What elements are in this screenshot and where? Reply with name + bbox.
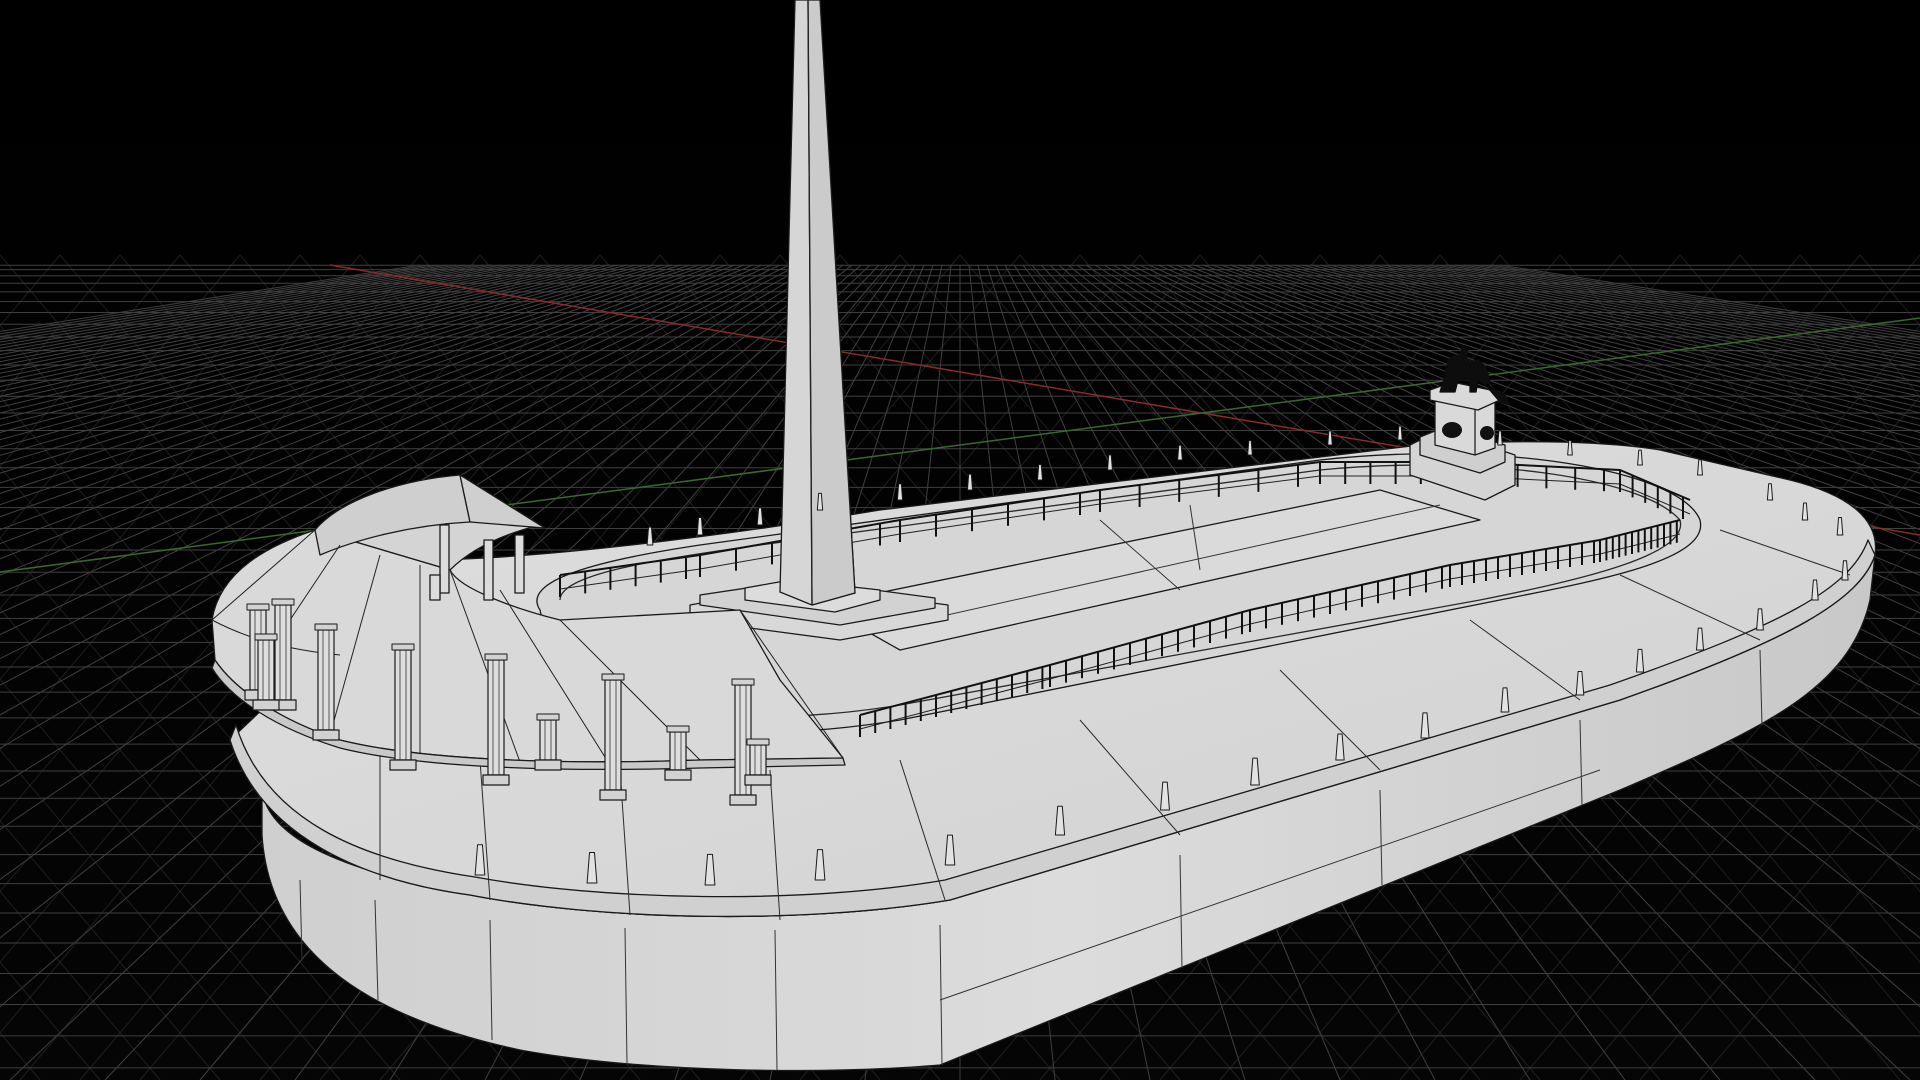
3d-viewport[interactable]	[0, 0, 1920, 1080]
viewport-scene[interactable]	[0, 0, 1920, 1080]
